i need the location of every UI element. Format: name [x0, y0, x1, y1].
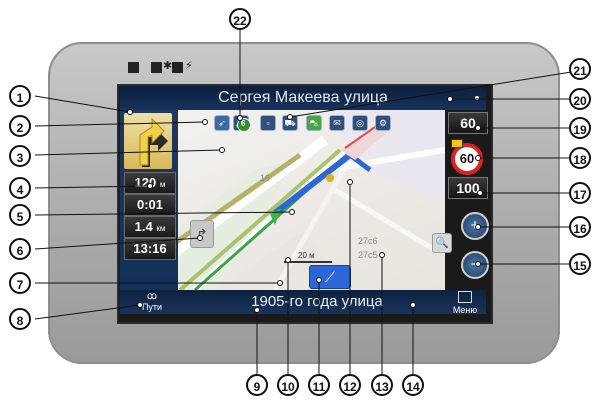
callout-7: 7 [9, 272, 31, 294]
callout-8: 8 [9, 308, 31, 330]
callout-12: 12 [339, 374, 361, 396]
callout-16: 16 [569, 216, 591, 238]
callout-1: 1 [9, 85, 31, 107]
callout-4: 4 [9, 177, 31, 199]
callout-19: 19 [569, 117, 591, 139]
callout-20: 20 [569, 88, 591, 110]
callout-5: 5 [9, 204, 31, 226]
callout-15: 15 [569, 253, 591, 275]
callout-22: 22 [229, 8, 251, 30]
callout-2: 2 [9, 115, 31, 137]
callout-6: 6 [9, 238, 31, 260]
callout-21: 21 [569, 58, 591, 80]
callout-17: 17 [569, 182, 591, 204]
callout-11: 11 [308, 374, 330, 396]
callout-10: 10 [277, 374, 299, 396]
callout-9: 9 [246, 374, 268, 396]
callout-14: 14 [402, 374, 424, 396]
callout-13: 13 [371, 374, 393, 396]
callout-18: 18 [569, 147, 591, 169]
callout-3: 3 [9, 145, 31, 167]
callout-leaders [34, 30, 591, 378]
